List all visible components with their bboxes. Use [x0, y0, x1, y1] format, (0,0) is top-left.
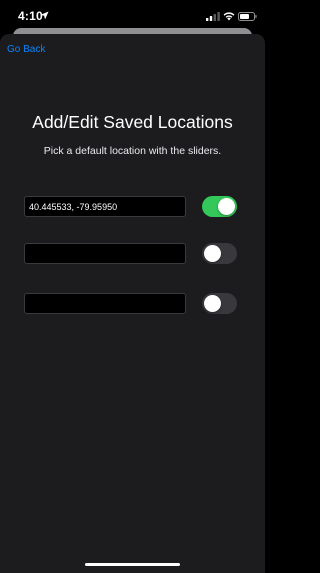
- wifi-icon: [223, 12, 235, 21]
- cellular-signal-icon: [206, 12, 220, 21]
- home-indicator[interactable]: [85, 563, 180, 566]
- location-toggle-2[interactable]: [202, 243, 237, 264]
- battery-icon: [238, 12, 257, 21]
- location-field-2[interactable]: [24, 243, 186, 264]
- location-toggle-3[interactable]: [202, 293, 237, 314]
- location-field-3[interactable]: [24, 293, 186, 314]
- screen: 4:10 Go Back Add/Edit Saved Locations Pi…: [0, 0, 265, 573]
- location-toggle-1[interactable]: [202, 196, 237, 217]
- page-title: Add/Edit Saved Locations: [32, 112, 233, 132]
- go-back-link[interactable]: Go Back: [7, 44, 45, 55]
- toggle-knob: [218, 198, 235, 215]
- toggle-knob: [204, 245, 221, 262]
- page-subtitle: Pick a default location with the sliders…: [43, 145, 222, 157]
- location-arrow-icon: [40, 11, 49, 20]
- location-field-1[interactable]: [24, 196, 186, 217]
- toggle-knob: [204, 295, 221, 312]
